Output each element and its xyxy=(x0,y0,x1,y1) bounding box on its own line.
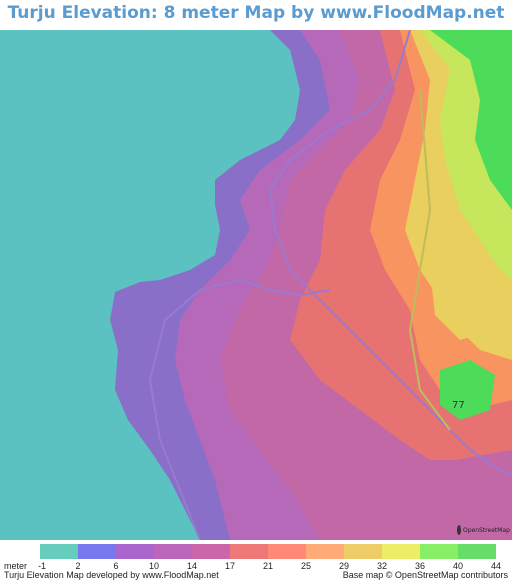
openstreetmap-logo-text: OpenStreetMap xyxy=(463,526,510,534)
elevation-map[interactable]: 77 xyxy=(0,30,512,540)
footer: Turju Elevation Map developed by www.Flo… xyxy=(0,570,512,582)
legend-swatch xyxy=(420,544,458,559)
legend-swatch xyxy=(382,544,420,559)
legend-swatch xyxy=(344,544,382,559)
legend-swatch xyxy=(78,544,116,559)
road-label-77: 77 xyxy=(452,400,465,411)
legend-swatch xyxy=(192,544,230,559)
legend-swatch xyxy=(306,544,344,559)
footer-basemap-credit: Base map © OpenStreetMap contributors xyxy=(342,570,508,580)
openstreetmap-logo: OpenStreetMap xyxy=(457,522,510,538)
legend-swatch xyxy=(268,544,306,559)
elevation-map-canvas: 77 xyxy=(0,30,512,540)
legend-swatch xyxy=(154,544,192,559)
legend-swatch xyxy=(40,544,78,559)
legend-color-bar xyxy=(40,544,496,559)
legend-swatch xyxy=(116,544,154,559)
legend-swatch xyxy=(230,544,268,559)
magnifier-icon xyxy=(457,525,461,535)
elevation-legend: meter -1 2 6 10 14 17 21 25 29 32 36 40 44 xyxy=(0,540,512,571)
legend-swatch xyxy=(458,544,496,559)
map-title: Turju Elevation: 8 meter Map by www.Floo… xyxy=(7,3,505,49)
footer-credit: Turju Elevation Map developed by www.Flo… xyxy=(4,570,219,580)
